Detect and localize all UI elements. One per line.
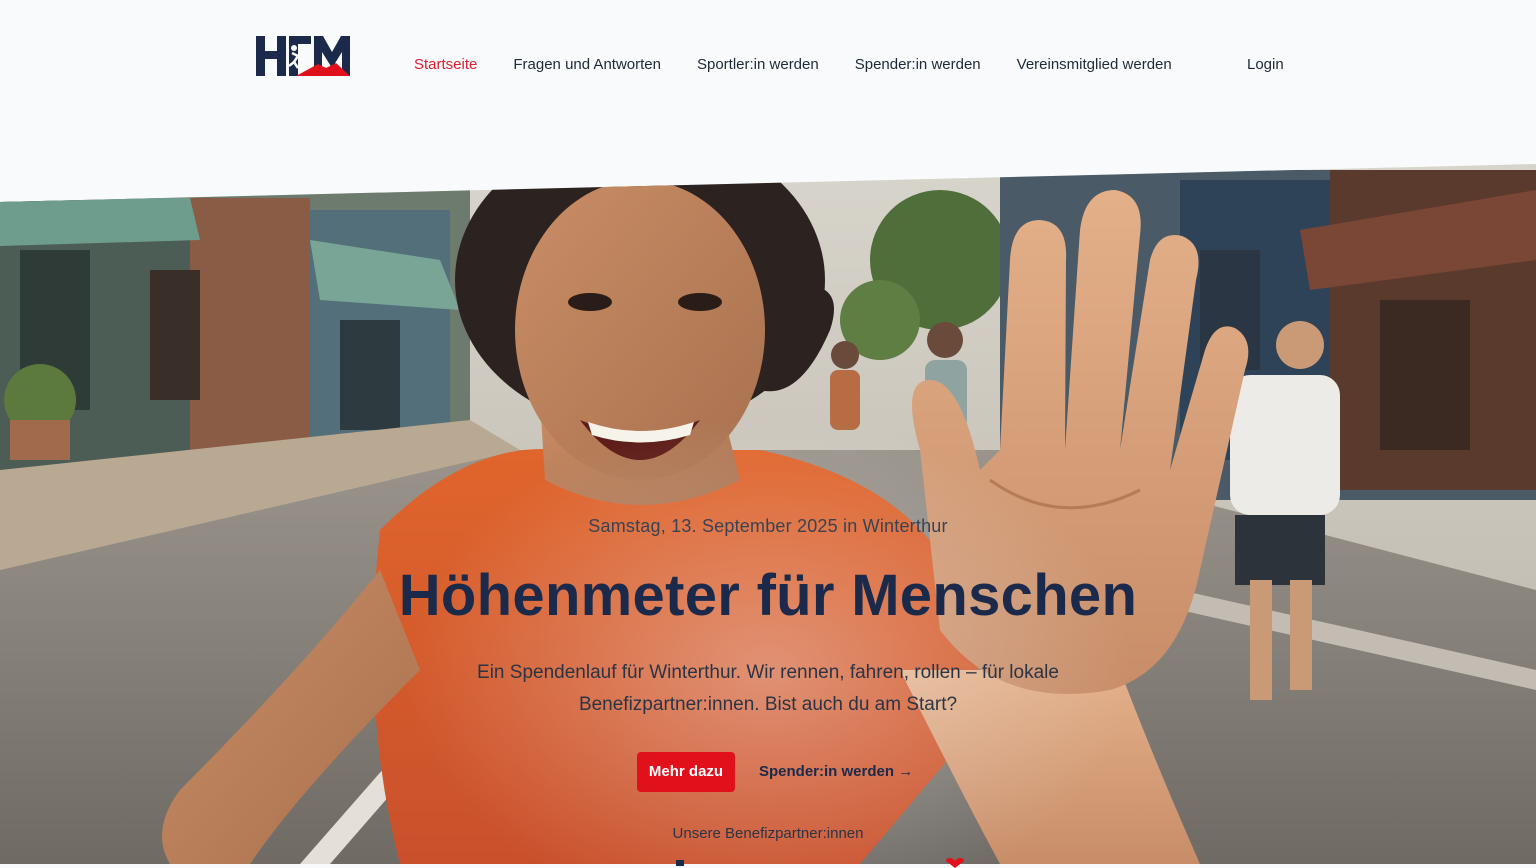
hero-image: [0, 164, 1536, 864]
spender-werden-link[interactable]: Spender:in werden →: [759, 762, 913, 782]
nav-item-startseite[interactable]: Startseite: [414, 55, 477, 75]
main-nav: Startseite Fragen und Antworten Sportler…: [414, 55, 1208, 75]
nav-item-spender-werden[interactable]: Spender:in werden: [855, 55, 981, 75]
page-title: Höhenmeter für Menschen: [398, 563, 1138, 628]
login-link[interactable]: Login: [1247, 55, 1284, 75]
nav-item-sportler-werden[interactable]: Sportler:in werden: [697, 55, 819, 75]
mehr-dazu-button[interactable]: Mehr dazu: [637, 752, 735, 792]
site-header: Startseite Fragen und Antworten Sportler…: [0, 0, 1536, 130]
hero-section: [0, 164, 1536, 864]
nav-item-fragen-und-antworten[interactable]: Fragen und Antworten: [513, 55, 661, 75]
event-date: Samstag, 13. September 2025 in Winterthu…: [588, 516, 948, 536]
logo[interactable]: [256, 36, 350, 76]
partners-label: Unsere Benefizpartner:innen: [672, 825, 864, 842]
nav-item-vereinsmitglied-werden[interactable]: Vereinsmitglied werden: [1017, 55, 1172, 75]
partner-logos: [0, 852, 1536, 868]
hero-lead: Ein Spendenlauf für Winterthur. Wir renn…: [477, 662, 1059, 715]
heart-icon[interactable]: [944, 858, 966, 868]
partner-logo-mark[interactable]: [676, 860, 684, 866]
